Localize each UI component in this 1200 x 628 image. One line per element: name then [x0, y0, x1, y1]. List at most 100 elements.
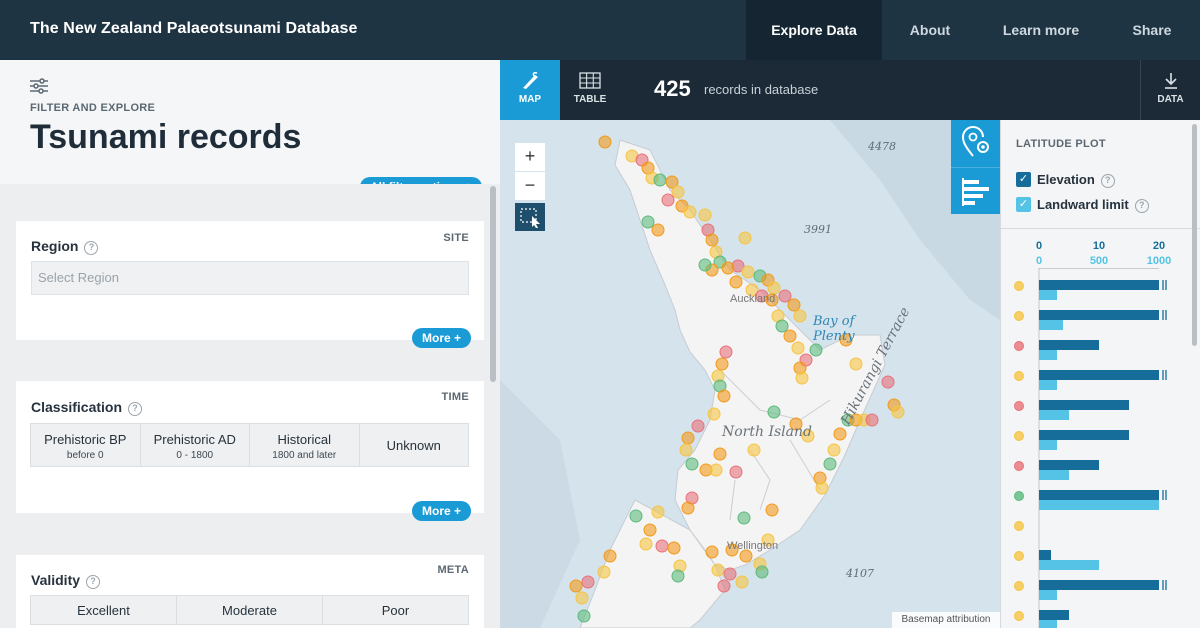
- site-marker[interactable]: [711, 563, 725, 577]
- site-marker[interactable]: [823, 457, 837, 471]
- download-data-button[interactable]: DATA: [1140, 60, 1200, 120]
- latitude-plot-scrollbar[interactable]: [1192, 124, 1197, 346]
- classification-option-historical[interactable]: Historical 1800 and later: [249, 423, 360, 467]
- site-marker[interactable]: [713, 447, 727, 461]
- region-more-button[interactable]: More +: [412, 328, 472, 348]
- record-point[interactable]: [1014, 281, 1024, 291]
- site-marker[interactable]: [723, 567, 737, 581]
- site-marker[interactable]: [597, 565, 611, 579]
- site-marker[interactable]: [661, 193, 675, 207]
- site-marker[interactable]: [603, 549, 617, 563]
- site-marker[interactable]: [791, 341, 805, 355]
- landward-limit-bar[interactable]: [1039, 470, 1069, 480]
- record-point[interactable]: [1014, 371, 1024, 381]
- site-marker[interactable]: [651, 223, 665, 237]
- elevation-bar[interactable]: [1039, 460, 1099, 470]
- record-point[interactable]: [1014, 551, 1024, 561]
- nav-explore-data[interactable]: Explore Data: [746, 0, 882, 60]
- elevation-checkbox[interactable]: ✓: [1016, 172, 1031, 187]
- landward-limit-bar[interactable]: [1039, 590, 1057, 600]
- elevation-bar[interactable]: [1039, 580, 1159, 590]
- site-marker[interactable]: [865, 413, 879, 427]
- record-point[interactable]: [1014, 611, 1024, 621]
- site-marker[interactable]: [778, 289, 792, 303]
- site-marker[interactable]: [729, 465, 743, 479]
- site-marker[interactable]: [809, 343, 823, 357]
- validity-option-poor[interactable]: Poor: [322, 595, 469, 625]
- site-marker[interactable]: [671, 569, 685, 583]
- elevation-bar[interactable]: [1039, 490, 1159, 500]
- record-point[interactable]: [1014, 461, 1024, 471]
- site-marker[interactable]: [581, 575, 595, 589]
- record-point[interactable]: [1014, 431, 1024, 441]
- elevation-bar[interactable]: [1039, 400, 1129, 410]
- landward-limit-checkbox[interactable]: ✓: [1016, 197, 1031, 212]
- site-marker[interactable]: [765, 503, 779, 517]
- site-marker[interactable]: [575, 591, 589, 605]
- site-marker[interactable]: [707, 407, 721, 421]
- site-marker[interactable]: [827, 443, 841, 457]
- site-marker[interactable]: [681, 501, 695, 515]
- site-marker[interactable]: [729, 275, 743, 289]
- site-marker[interactable]: [629, 509, 643, 523]
- site-marker[interactable]: [705, 233, 719, 247]
- validity-option-moderate[interactable]: Moderate: [176, 595, 323, 625]
- site-marker[interactable]: [735, 575, 749, 589]
- landward-limit-bar[interactable]: [1039, 410, 1069, 420]
- landward-limit-bar[interactable]: [1039, 620, 1057, 628]
- site-marker[interactable]: [717, 579, 731, 593]
- nav-share[interactable]: Share: [1104, 0, 1200, 60]
- elevation-bar[interactable]: [1039, 310, 1159, 320]
- site-marker[interactable]: [787, 298, 801, 312]
- record-point[interactable]: [1014, 521, 1024, 531]
- site-marker[interactable]: [709, 463, 723, 477]
- help-icon[interactable]: ?: [86, 575, 101, 589]
- site-marker[interactable]: [569, 579, 583, 593]
- tab-map[interactable]: MAP: [500, 60, 560, 120]
- elevation-bar[interactable]: [1039, 340, 1099, 350]
- elevation-bar[interactable]: [1039, 550, 1051, 560]
- classification-option-unknown[interactable]: Unknown: [358, 423, 469, 467]
- site-marker[interactable]: [655, 539, 669, 553]
- site-marker[interactable]: [737, 511, 751, 525]
- record-point[interactable]: [1014, 311, 1024, 321]
- classification-option-prehistoric-ad[interactable]: Prehistoric AD 0 - 1800: [139, 423, 250, 467]
- site-marker[interactable]: [717, 389, 731, 403]
- validity-option-excellent[interactable]: Excellent: [30, 595, 177, 625]
- site-marker[interactable]: [849, 357, 863, 371]
- site-marker[interactable]: [891, 405, 905, 419]
- classification-more-button[interactable]: More +: [412, 501, 472, 521]
- zoom-in-button[interactable]: +: [515, 143, 545, 171]
- site-marker[interactable]: [881, 375, 895, 389]
- map-settings-button[interactable]: [951, 120, 1000, 167]
- latitude-plot-toggle-button[interactable]: [951, 167, 1000, 214]
- site-marker[interactable]: [671, 185, 685, 199]
- site-marker[interactable]: [679, 443, 693, 457]
- record-point[interactable]: [1014, 581, 1024, 591]
- basemap-attribution-link[interactable]: Basemap attribution: [892, 612, 1000, 628]
- record-point[interactable]: [1014, 401, 1024, 411]
- site-marker[interactable]: [775, 319, 789, 333]
- site-marker[interactable]: [683, 205, 697, 219]
- landward-limit-bar[interactable]: [1039, 350, 1057, 360]
- site-marker[interactable]: [691, 419, 705, 433]
- site-marker[interactable]: [685, 457, 699, 471]
- help-icon[interactable]: ?: [1134, 199, 1149, 213]
- site-marker[interactable]: [715, 357, 729, 371]
- site-marker[interactable]: [741, 265, 755, 279]
- site-marker[interactable]: [643, 523, 657, 537]
- elevation-bar[interactable]: [1039, 430, 1129, 440]
- site-marker[interactable]: [719, 345, 733, 359]
- site-marker[interactable]: [795, 371, 809, 385]
- site-marker[interactable]: [641, 215, 655, 229]
- site-marker[interactable]: [705, 545, 719, 559]
- site-marker[interactable]: [577, 609, 591, 623]
- nav-learn-more[interactable]: Learn more: [978, 0, 1104, 60]
- site-marker[interactable]: [783, 329, 797, 343]
- site-marker[interactable]: [698, 208, 712, 222]
- site-marker[interactable]: [793, 309, 807, 323]
- tab-table[interactable]: TABLE: [560, 60, 620, 120]
- box-select-tool[interactable]: [515, 203, 545, 231]
- zoom-out-button[interactable]: −: [515, 172, 545, 200]
- landward-limit-bar[interactable]: [1039, 560, 1099, 570]
